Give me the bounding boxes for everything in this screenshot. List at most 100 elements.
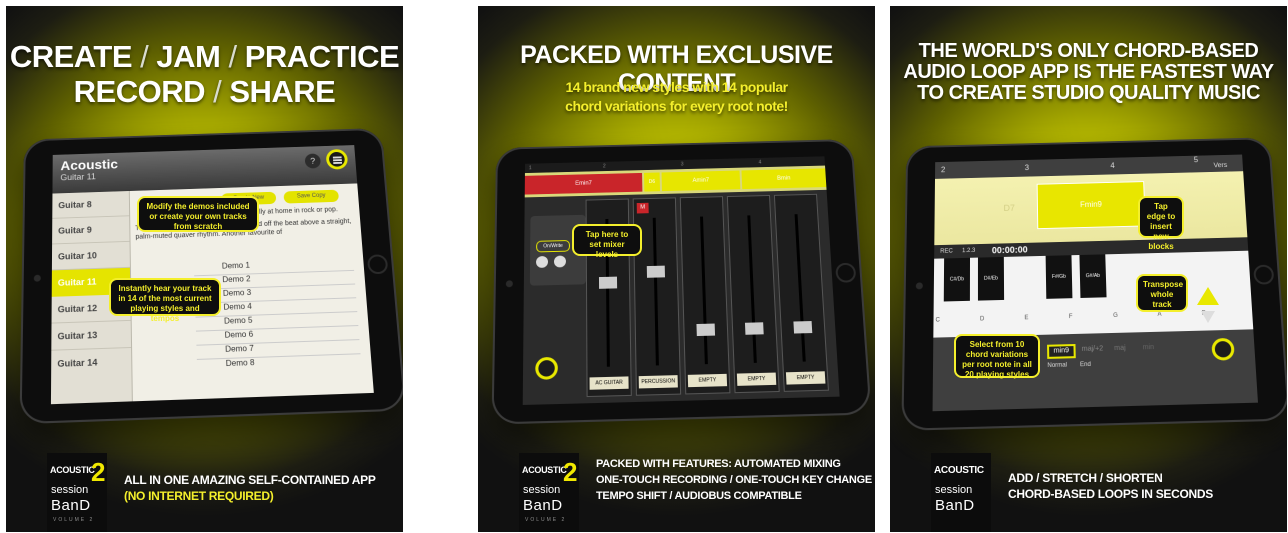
play-button[interactable] (553, 255, 566, 268)
list-item[interactable]: Guitar 13 (51, 320, 132, 351)
mixer-icon[interactable] (535, 356, 558, 380)
save-copy-button[interactable]: Save Copy (283, 189, 340, 204)
list-item[interactable]: Guitar 9 (52, 216, 130, 245)
ipad-device: Acoustic Guitar 11 ? Guitar 8 Guitar 9 G… (19, 127, 403, 425)
camera-dot (915, 282, 923, 290)
logo-session: session (523, 484, 561, 496)
chord-option[interactable]: maj (1114, 345, 1126, 352)
tagline-line: (NO INTERNET REQUIRED) (124, 489, 274, 503)
write-toggle[interactable]: On/Write (536, 240, 570, 253)
mixer-channel: EMPTY (773, 193, 829, 392)
app-logo: ACOUSTIC 2 session BanD VOLUME 2 (519, 453, 579, 532)
logo-acoustic: ACOUSTIC (934, 465, 984, 476)
transpose-down-icon[interactable] (1201, 311, 1215, 323)
timeline-marker: 3 (680, 161, 684, 168)
timeline-marker: 2 (602, 163, 606, 170)
camera-dot (33, 274, 41, 282)
callout-hear-track: Instantly hear your track in 14 of the m… (109, 278, 221, 323)
home-button (835, 262, 857, 283)
fader-knob[interactable] (793, 321, 813, 334)
chord-block[interactable]: Bmin (741, 168, 827, 190)
callout-transpose: Transpose whole track (1136, 274, 1188, 312)
chord-option-selected[interactable]: min9 (1047, 344, 1076, 359)
headline-word: JAM (156, 39, 221, 74)
tagline-line: CHORD-BASED LOOPS IN SECONDS (1008, 487, 1213, 501)
timeline-section: Vers (1213, 162, 1228, 170)
list-item[interactable]: Guitar 10 (51, 241, 130, 271)
logo-acoustic: ACOUSTIC (522, 465, 567, 475)
subheadline-line: 14 brand new styles with 14 popular (565, 79, 788, 95)
logo-session: session (51, 484, 89, 496)
headline-word: SHARE (229, 74, 336, 109)
mixer-channel: EMPTY (726, 195, 780, 394)
tagline: ALL IN ONE AMAZING SELF-CONTAINED APP (N… (124, 472, 376, 504)
white-key[interactable]: C (935, 317, 939, 323)
loop-track: D7 Fmin9 (934, 171, 1248, 246)
callout-chord-variations: Select from 10 chord variations per root… (954, 334, 1040, 379)
logo-band: BanD (523, 497, 563, 514)
logo-number: 2 (91, 457, 106, 487)
camera-dot (505, 280, 513, 288)
white-key[interactable]: D (980, 316, 984, 322)
fader-knob[interactable] (696, 323, 716, 337)
chord-option[interactable]: min (1143, 344, 1155, 351)
panel-headline: CREATE / JAM / PRACTICE RECORD / SHARE (6, 39, 403, 109)
list-item[interactable]: Guitar 8 (52, 191, 130, 219)
timeline-marker: 2 (940, 165, 946, 175)
tagline-line: ALL IN ONE AMAZING SELF-CONTAINED APP (124, 473, 376, 487)
rewind-button[interactable] (536, 255, 549, 268)
fader-knob[interactable] (744, 322, 764, 335)
black-key[interactable]: G#/Ab (1079, 254, 1107, 298)
record-button[interactable]: REC (940, 249, 953, 255)
logo-volume: VOLUME 2 (525, 517, 567, 523)
headline-word: RECORD (73, 74, 206, 109)
white-key[interactable]: A (1157, 312, 1161, 318)
logo-band: BanD (935, 497, 975, 514)
logo-session: session (935, 484, 973, 496)
promo-panel-content: PACKED WITH EXCLUSIVE CONTENT 14 brand n… (478, 6, 875, 532)
panel-headline: THE WORLD'S ONLY CHORD-BASED AUDIO LOOP … (890, 41, 1287, 104)
callout-tap-edge: Tap edge to insert new blocks (1138, 196, 1184, 251)
timeline-marker: 3 (1024, 163, 1030, 172)
help-button[interactable]: ? (304, 153, 322, 169)
app-screen: Acoustic Guitar 11 ? Guitar 8 Guitar 9 G… (50, 145, 374, 405)
black-key[interactable]: F#/Gb (1045, 255, 1073, 299)
white-key[interactable]: F (1069, 314, 1073, 320)
chord-loop-block[interactable]: Fmin9 (1036, 181, 1146, 230)
timeline-marker: 5 (1193, 155, 1199, 165)
headline-separator: / (140, 39, 149, 74)
pencil-icon[interactable] (1211, 337, 1235, 361)
logo-band: BanD (51, 497, 91, 514)
mode-normal[interactable]: Normal (1047, 362, 1067, 369)
white-key[interactable]: E (1024, 315, 1028, 321)
fader-knob[interactable] (598, 276, 618, 289)
white-key[interactable]: G (1113, 313, 1118, 319)
tagline: ADD / STRETCH / SHORTEN CHORD-BASED LOOP… (1008, 470, 1213, 502)
channel-label: PERCUSSION (638, 375, 678, 389)
description-tail: lly at home in rock or pop. (258, 206, 339, 216)
timeline-marker: 4 (1110, 161, 1115, 170)
app-logo: ACOUSTIC 2 session BanD VOLUME 2 (47, 453, 107, 532)
mode-end[interactable]: End (1080, 362, 1091, 368)
list-menu-icon[interactable] (325, 148, 349, 170)
tagline-line: TEMPO SHIFT / AUDIOBUS COMPATIBLE (596, 490, 802, 502)
mute-button[interactable]: M (636, 202, 649, 214)
headline-line: THE WORLD'S ONLY CHORD-BASED (918, 40, 1259, 62)
chord-block-selected[interactable]: Emin7 (524, 172, 643, 195)
black-key[interactable]: C#/Db (943, 257, 971, 302)
channel-label: AC GUITAR (589, 376, 629, 390)
chord-block[interactable]: Amin7 (661, 170, 741, 192)
list-item[interactable]: Guitar 14 (51, 348, 131, 378)
black-key[interactable]: D#/Eb (977, 256, 1005, 301)
home-button (1253, 264, 1275, 285)
fader-knob[interactable] (646, 265, 666, 278)
panel-subheadline: 14 brand new styles with 14 popular chor… (478, 78, 875, 116)
home-button (366, 254, 389, 275)
ghost-chord: D7 (1003, 203, 1015, 213)
transpose-up-icon[interactable] (1197, 287, 1219, 305)
callout-modify-demos: Modify the demos included or create your… (137, 196, 259, 232)
chord-option[interactable]: maj/+2 (1082, 345, 1104, 353)
headline-line: AUDIO LOOP APP IS THE FASTEST WAY (903, 61, 1274, 83)
promo-panel-create: CREATE / JAM / PRACTICE RECORD / SHARE A… (6, 6, 403, 532)
chord-block[interactable]: D6 (643, 172, 661, 192)
